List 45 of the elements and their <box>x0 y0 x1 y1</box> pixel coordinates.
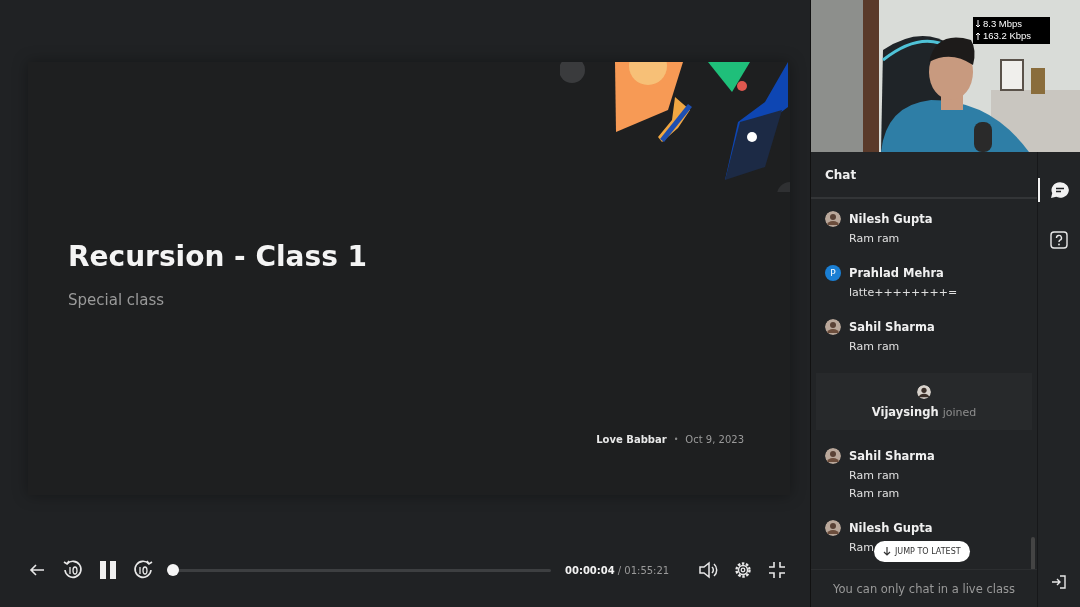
chat-icon <box>1051 182 1069 198</box>
volume-icon[interactable] <box>698 561 718 579</box>
user-name: Vijaysingh <box>871 404 939 419</box>
progress-thumb[interactable] <box>167 564 179 576</box>
message-text: Ram ram <box>848 487 900 500</box>
help-icon <box>1050 231 1068 249</box>
slide-date: Oct 9, 2023 <box>685 434 744 445</box>
forward-icon[interactable] <box>132 559 154 581</box>
join-status: joined <box>942 405 977 419</box>
settings-icon[interactable] <box>734 561 752 579</box>
chat-notice: You can only chat in a live class <box>833 581 1015 596</box>
progress-track[interactable] <box>167 564 551 576</box>
separator-dot: • <box>673 435 679 444</box>
slide-subtitle: Special class <box>68 291 165 309</box>
avatar <box>825 211 841 227</box>
user-name: Sahil Sharma <box>849 320 935 334</box>
message-text: Ram ram <box>848 340 900 353</box>
message-text: Ram ram <box>848 469 900 482</box>
message-text: Ram <box>848 541 874 554</box>
message-text: Ram ram <box>848 232 900 245</box>
rewind-icon[interactable] <box>62 559 84 581</box>
user-name: Prahlad Mehra <box>849 266 944 280</box>
current-time: 00:00:04 <box>565 564 615 576</box>
user-name: Nilesh Gupta <box>849 212 933 226</box>
slide-title: Recursion - Class 1 <box>68 240 369 273</box>
message-text: latte++++++++= <box>848 286 958 299</box>
avatar: P <box>825 265 841 281</box>
upload-speed: 163.2 Kbps <box>983 30 1032 42</box>
avatar <box>825 520 841 536</box>
user-name: Nilesh Gupta <box>849 521 933 535</box>
jump-to-latest-button[interactable]: JUMP TO LATEST <box>874 541 970 562</box>
avatar <box>825 319 841 335</box>
chat-title: Chat <box>825 167 857 182</box>
avatar <box>917 384 931 399</box>
download-speed: 8.3 Mbps <box>983 18 1023 30</box>
avatar <box>825 448 841 464</box>
arrow-down-icon <box>883 547 891 556</box>
download-icon <box>976 20 980 28</box>
user-name: Sahil Sharma <box>849 449 935 463</box>
author-name: Love Babbar <box>596 434 667 445</box>
leave-icon[interactable] <box>1051 574 1067 590</box>
upload-icon <box>976 32 980 40</box>
exit-fullscreen-icon[interactable] <box>768 561 786 579</box>
back-arrow-icon[interactable] <box>29 563 45 577</box>
duration: / 01:55:21 <box>617 564 670 576</box>
